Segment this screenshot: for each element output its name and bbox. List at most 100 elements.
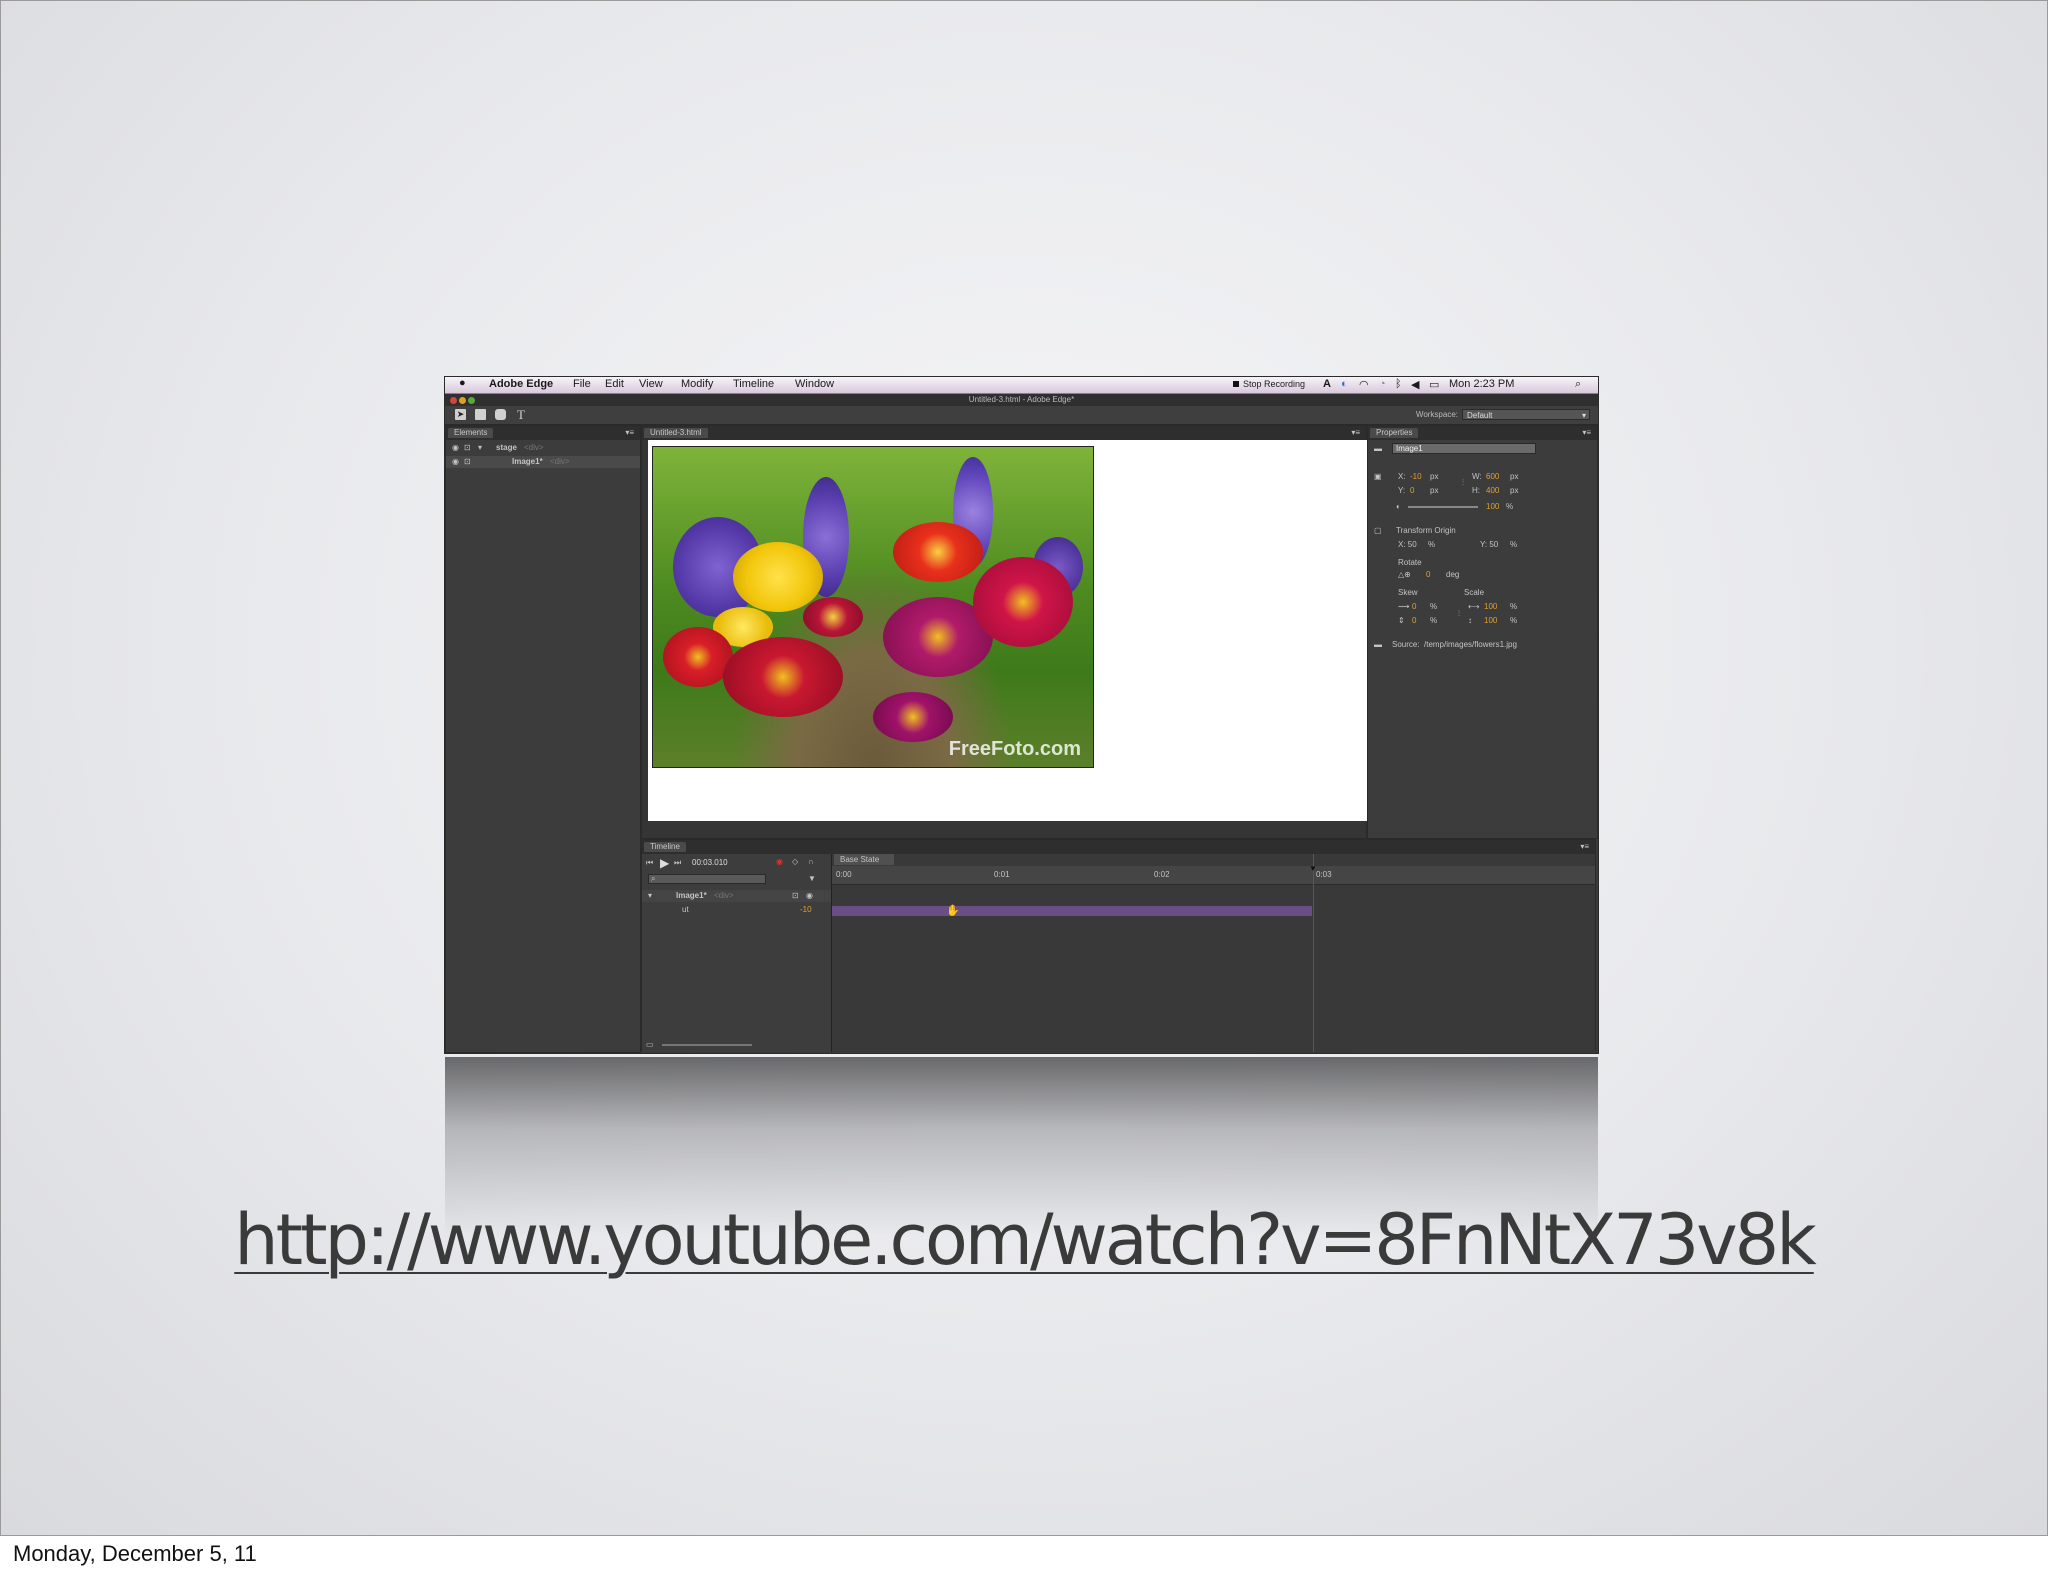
spotlight-icon[interactable]: ⌕ — [1575, 378, 1581, 391]
workspace-value: Default — [1467, 411, 1493, 420]
minimize-window-icon[interactable] — [459, 397, 466, 404]
zoom-slider[interactable] — [662, 1044, 752, 1046]
youtube-link[interactable]: http://www.youtube.com/watch?v=8FnNtX73v… — [1, 1199, 2047, 1281]
timeline-search-input[interactable]: ⌕ — [648, 874, 766, 884]
autokey-icon[interactable]: ◇ — [792, 857, 798, 866]
rectangle-tool-icon[interactable] — [475, 409, 486, 420]
filter-icon[interactable]: ▼ — [808, 874, 816, 883]
rounded-rectangle-tool-icon[interactable] — [495, 409, 506, 420]
opacity-slider[interactable] — [1408, 506, 1478, 508]
link-icon[interactable]: ⫶ — [1458, 609, 1460, 619]
image-icon: ▬ — [1374, 640, 1382, 649]
link-icon[interactable]: ⫶ — [1462, 478, 1464, 488]
panel-menu-icon[interactable]: ▾≡ — [625, 428, 634, 437]
origin-x[interactable]: X: 50 — [1398, 540, 1417, 549]
list-item[interactable]: ◉ ⊡ Image1* <div> — [446, 456, 640, 468]
animation-track-bar[interactable] — [832, 906, 1312, 916]
text-tool-button[interactable]: T — [517, 407, 525, 423]
id-value: Image1 — [1396, 444, 1423, 453]
eye-icon[interactable]: ◉ — [452, 457, 459, 466]
h-value[interactable]: 400 — [1486, 486, 1499, 495]
opacity-value[interactable]: 100 — [1486, 502, 1499, 511]
panel-menu-icon[interactable]: ▾≡ — [1580, 842, 1589, 851]
w-unit[interactable]: px — [1510, 472, 1518, 481]
property-value[interactable]: -10 — [800, 905, 812, 914]
apple-icon[interactable]: ● — [459, 377, 466, 389]
menu-app-name[interactable]: Adobe Edge — [489, 378, 553, 390]
list-item[interactable]: ◉ ⊡ ▾ stage <div> — [446, 442, 640, 454]
magnet-icon[interactable]: ∩ — [808, 857, 814, 866]
eye-icon[interactable]: ◉ — [452, 443, 459, 452]
menu-clock[interactable]: Mon 2:23 PM — [1449, 378, 1514, 390]
tab-properties[interactable]: Properties — [1370, 428, 1419, 438]
status-recording[interactable]: Stop Recording — [1243, 379, 1305, 389]
workspace-select[interactable]: Default ▾ — [1462, 409, 1590, 420]
battery-icon[interactable]: ▭ — [1429, 378, 1439, 391]
source-value[interactable]: /temp/images/flowers1.jpg — [1424, 640, 1517, 649]
h-unit[interactable]: px — [1510, 486, 1518, 495]
search-icon: ⌕ — [651, 874, 656, 883]
zoom-window-icon[interactable] — [468, 397, 475, 404]
chevron-down-icon[interactable]: ▾ — [648, 891, 652, 900]
x-value[interactable]: -10 — [1410, 472, 1422, 481]
menu-timeline[interactable]: Timeline — [733, 378, 774, 390]
table-row[interactable]: ut -10 — [642, 904, 831, 916]
playhead-handle[interactable]: ▼ — [1309, 864, 1317, 873]
timeline-time[interactable]: 00:03.010 — [692, 858, 728, 867]
ruler-tick: 0:01 — [994, 870, 1010, 879]
origin-y[interactable]: Y: 50 — [1480, 540, 1498, 549]
panel-menu-icon[interactable]: ▾≡ — [1582, 428, 1591, 437]
tab-timeline[interactable]: Timeline — [644, 842, 686, 852]
id-field[interactable]: Image1 — [1392, 443, 1536, 454]
timemachine-icon[interactable]: ◔ — [1379, 378, 1386, 390]
y-value[interactable]: 0 — [1410, 486, 1414, 495]
playhead[interactable] — [1313, 854, 1314, 1052]
adobe-icon[interactable]: A — [1323, 378, 1331, 390]
close-window-icon[interactable] — [450, 397, 457, 404]
zoom-out-icon[interactable]: ▭ — [646, 1040, 654, 1049]
menu-file[interactable]: File — [573, 378, 591, 390]
table-row[interactable]: ▾ Image1* <div> ⊡ ◉ — [642, 890, 831, 902]
timeline-layers: ⏮ ▶ ⏭ 00:03.010 ◉ ◇ ∩ ⌕ ▼ ▾ Image1* <div… — [642, 854, 832, 1052]
stage-panel: Untitled-3.html ▾≡ FreeFoto.com — [641, 425, 1424, 839]
w-value[interactable]: 600 — [1486, 472, 1499, 481]
menu-modify[interactable]: Modify — [681, 378, 713, 390]
stop-recording-icon[interactable] — [1233, 381, 1239, 387]
base-state-label: Base State — [834, 854, 894, 865]
element-tag: <div> — [524, 443, 544, 452]
bluetooth-icon[interactable]: ᛒ — [1395, 378, 1402, 390]
panel-menu-icon[interactable]: ▾≡ — [1351, 428, 1360, 437]
eye-icon[interactable]: ◉ — [806, 891, 813, 900]
stage-canvas[interactable]: FreeFoto.com — [648, 440, 1424, 821]
lock-icon[interactable]: ⊡ — [792, 891, 799, 900]
elements-panel: Elements ▾≡ ◉ ⊡ ▾ stage <div> ◉ ⊡ Image1… — [445, 425, 641, 1053]
time-ruler[interactable]: 0:00 0:01 0:02 0:03 — [832, 866, 1595, 885]
volume-icon[interactable]: ◀ — [1411, 378, 1419, 391]
forward-icon[interactable]: ⏭ — [674, 858, 681, 868]
lock-icon[interactable]: ⊡ — [464, 443, 471, 452]
tab-document[interactable]: Untitled-3.html — [644, 428, 708, 438]
flower-image[interactable]: FreeFoto.com — [652, 446, 1094, 768]
rewind-icon[interactable]: ⏮ — [646, 858, 653, 868]
menu-window[interactable]: Window — [795, 378, 834, 390]
chevron-down-icon: ▾ — [1581, 411, 1586, 420]
record-icon[interactable]: ◉ — [776, 857, 783, 866]
menu-view[interactable]: View — [639, 378, 663, 390]
chevron-down-icon[interactable]: ▾ — [478, 443, 482, 452]
x-unit[interactable]: px — [1430, 472, 1438, 481]
tab-elements[interactable]: Elements — [448, 428, 494, 438]
skew-x-value[interactable]: 0 — [1412, 602, 1416, 611]
scale-x-value[interactable]: 100 — [1484, 602, 1497, 611]
lock-icon[interactable]: ⊡ — [464, 457, 471, 466]
base-state-text[interactable]: Base State — [840, 855, 879, 864]
sync-icon[interactable]: ◐ — [1341, 378, 1348, 390]
play-icon[interactable]: ▶ — [660, 856, 669, 870]
skew-y-value[interactable]: 0 — [1412, 616, 1416, 625]
scale-y-value[interactable]: 100 — [1484, 616, 1497, 625]
properties-panel: Properties ▾≡ ▬ Image1 ▣ X: -10 px W: 60… — [1367, 425, 1598, 839]
y-unit[interactable]: px — [1430, 486, 1438, 495]
wifi-icon[interactable]: ◠ — [1359, 378, 1369, 391]
selection-tool-icon[interactable]: ➤ — [455, 409, 466, 420]
rotate-value[interactable]: 0 — [1426, 570, 1430, 579]
menu-edit[interactable]: Edit — [605, 378, 624, 390]
